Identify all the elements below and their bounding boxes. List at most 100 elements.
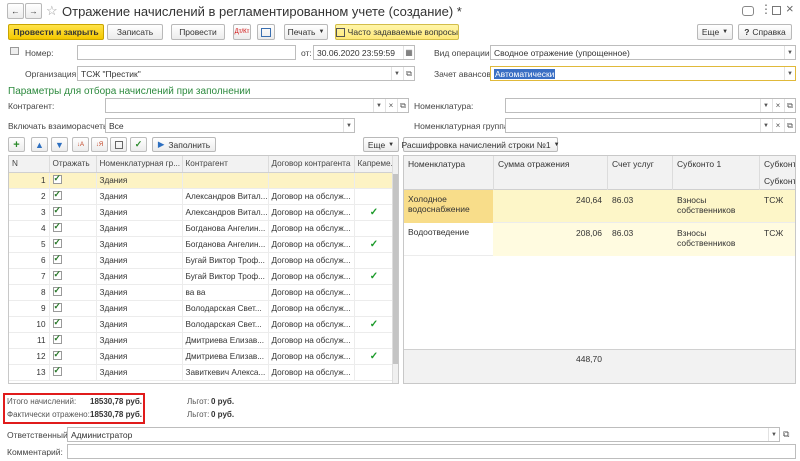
col-n[interactable]: N <box>9 156 50 173</box>
table-row[interactable]: 5 ЗданияБогданова Ангелин...Договор на об… <box>9 236 395 253</box>
table-row[interactable]: 12 ЗданияДмитриева Елизав...Договор на об… <box>9 348 395 365</box>
clear-icon[interactable]: × <box>772 99 783 112</box>
advance-select[interactable]: Автоматически ▼ <box>490 66 796 81</box>
row-reflect[interactable] <box>49 204 97 221</box>
row-reflect[interactable] <box>49 332 97 349</box>
reflect-checkbox[interactable] <box>52 221 62 232</box>
reflect-checkbox[interactable] <box>52 285 62 296</box>
number-input[interactable] <box>77 45 296 60</box>
move-down-button[interactable]: ▼ <box>51 137 68 152</box>
post-and-close-button[interactable]: Провести и закрыть <box>8 24 104 40</box>
print-button[interactable]: Печать ▼ <box>284 24 328 40</box>
reflect-checkbox[interactable] <box>52 301 62 312</box>
table-row[interactable]: 3 ЗданияАлександров Витал...Договор на об… <box>9 204 395 221</box>
col-group[interactable]: Номенклатурная гр... <box>96 156 183 173</box>
back-button[interactable]: ← <box>7 3 24 19</box>
favorite-star-icon[interactable]: ☆ <box>46 3 58 19</box>
sort-asc-button[interactable]: ↓A <box>72 137 89 152</box>
reflect-checkbox[interactable] <box>52 253 62 264</box>
date-input[interactable]: 30.06.2020 23:59:59 ▦ <box>313 45 415 60</box>
chevron-down-icon[interactable]: ▼ <box>784 46 795 59</box>
open-icon[interactable]: ⧉ <box>784 99 795 112</box>
row-reflect[interactable] <box>49 300 97 317</box>
structure-button[interactable] <box>257 24 275 40</box>
row-reflect[interactable] <box>49 348 97 365</box>
row-reflect[interactable] <box>49 220 97 237</box>
table-row[interactable]: 9 ЗданияВолодарская Свет...Договор на обс… <box>9 300 395 317</box>
row-reflect[interactable] <box>49 188 97 205</box>
menu-dots-icon[interactable]: ⋮ <box>760 2 772 16</box>
sort-desc-button[interactable]: ↓Я <box>91 137 108 152</box>
post-button[interactable]: Провести <box>171 24 225 40</box>
open-icon[interactable]: ⧉ <box>784 119 795 132</box>
operation-select[interactable]: Сводное отражение (упрощенное) ▼ <box>490 45 796 60</box>
col-contractor[interactable]: Контрагент <box>182 156 269 173</box>
write-button[interactable]: Записать <box>107 24 163 40</box>
expand-icon[interactable] <box>772 6 781 15</box>
col-sum[interactable]: Сумма отражения <box>498 159 569 169</box>
col-subconto2[interactable]: Субконто <box>764 159 795 169</box>
chevron-down-icon[interactable]: ▼ <box>391 67 402 80</box>
faq-button[interactable]: Часто задаваемые вопросы <box>335 24 459 40</box>
nomenclature-input[interactable]: ▼ × ⧉ <box>505 98 796 113</box>
col-capital[interactable]: Капреме... <box>354 156 395 173</box>
open-icon[interactable]: ⧉ <box>403 67 414 80</box>
chevron-down-icon[interactable]: ▼ <box>343 119 354 132</box>
reflect-checkbox[interactable] <box>52 205 62 216</box>
col-nomenclature[interactable]: Номенклатура <box>408 159 465 169</box>
chevron-down-icon[interactable]: ▼ <box>768 428 779 441</box>
chevron-down-icon[interactable]: ▼ <box>760 119 771 132</box>
open-icon[interactable]: ⧉ <box>397 99 408 112</box>
table-row[interactable]: 13 ЗданияЗавиткевич Алекса...Договор на о… <box>9 364 395 381</box>
table-row[interactable]: 7 ЗданияБугай Виктор Троф...Договор на об… <box>9 268 395 285</box>
close-icon[interactable]: × <box>786 1 794 16</box>
col-subconto2-sub[interactable]: Субконто <box>764 176 795 186</box>
scrollbar-thumb[interactable] <box>393 174 398 364</box>
fill-button[interactable]: ▶ Заполнить <box>152 137 216 152</box>
reflect-checkbox[interactable] <box>52 237 62 248</box>
comment-input[interactable] <box>67 444 796 459</box>
row-reflect[interactable] <box>49 172 97 189</box>
chevron-down-icon[interactable]: ▼ <box>373 99 384 112</box>
decode-button[interactable]: Расшифровка начислений строки №1 ▼ <box>402 137 560 152</box>
col-reflect[interactable]: Отражать <box>49 156 97 173</box>
forward-button[interactable]: → <box>25 3 42 19</box>
mutual-select[interactable]: Все ▼ <box>105 118 355 133</box>
left-more-button[interactable]: Еще ▼ <box>363 137 399 152</box>
col-subconto1[interactable]: Субконто 1 <box>677 159 721 169</box>
link-icon[interactable] <box>742 6 754 16</box>
help-button[interactable]: ? Справка <box>738 24 792 40</box>
row-reflect[interactable] <box>49 316 97 333</box>
clear-icon[interactable]: × <box>385 99 396 112</box>
row-reflect[interactable] <box>49 236 97 253</box>
add-row-button[interactable]: + <box>8 137 25 152</box>
dt-kt-button[interactable]: Дт/Кт <box>233 24 251 40</box>
move-up-button[interactable]: ▲ <box>31 137 48 152</box>
check-all-button[interactable]: ✓ <box>130 137 147 152</box>
calendar-icon[interactable]: ▦ <box>403 46 414 59</box>
row-reflect[interactable] <box>49 284 97 301</box>
decode-row[interactable]: Холодное водоснабжение 240,64 86.03 Взно… <box>404 190 795 223</box>
row-reflect[interactable] <box>49 268 97 285</box>
reflect-checkbox[interactable] <box>52 317 62 328</box>
row-reflect[interactable] <box>49 364 97 381</box>
more-button[interactable]: Еще ▼ <box>697 24 733 40</box>
reflect-checkbox[interactable] <box>52 333 62 344</box>
chevron-down-icon[interactable]: ▼ <box>760 99 771 112</box>
nomen-group-input[interactable]: ▼ × ⧉ <box>505 118 796 133</box>
col-contract[interactable]: Договор контрагента <box>268 156 355 173</box>
reflect-checkbox[interactable] <box>52 269 62 280</box>
reflect-checkbox[interactable] <box>52 173 62 184</box>
row-reflect[interactable] <box>49 252 97 269</box>
decode-row[interactable]: Водоотведение 208,06 86.03 Взносы собств… <box>404 223 795 256</box>
clear-icon[interactable]: × <box>772 119 783 132</box>
col-account[interactable]: Счет услуг <box>612 159 654 169</box>
reflect-checkbox[interactable] <box>52 189 62 200</box>
responsible-input[interactable]: Администратор ▼ <box>67 427 780 442</box>
reflect-checkbox[interactable] <box>52 365 62 376</box>
table-row[interactable]: 1 Здания <box>9 172 395 189</box>
chevron-down-icon[interactable]: ▼ <box>784 67 795 80</box>
table-row[interactable]: 2 ЗданияАлександров Витал...Договор на об… <box>9 188 395 205</box>
open-icon[interactable]: ⧉ <box>783 429 789 440</box>
scrollbar[interactable] <box>392 156 398 383</box>
